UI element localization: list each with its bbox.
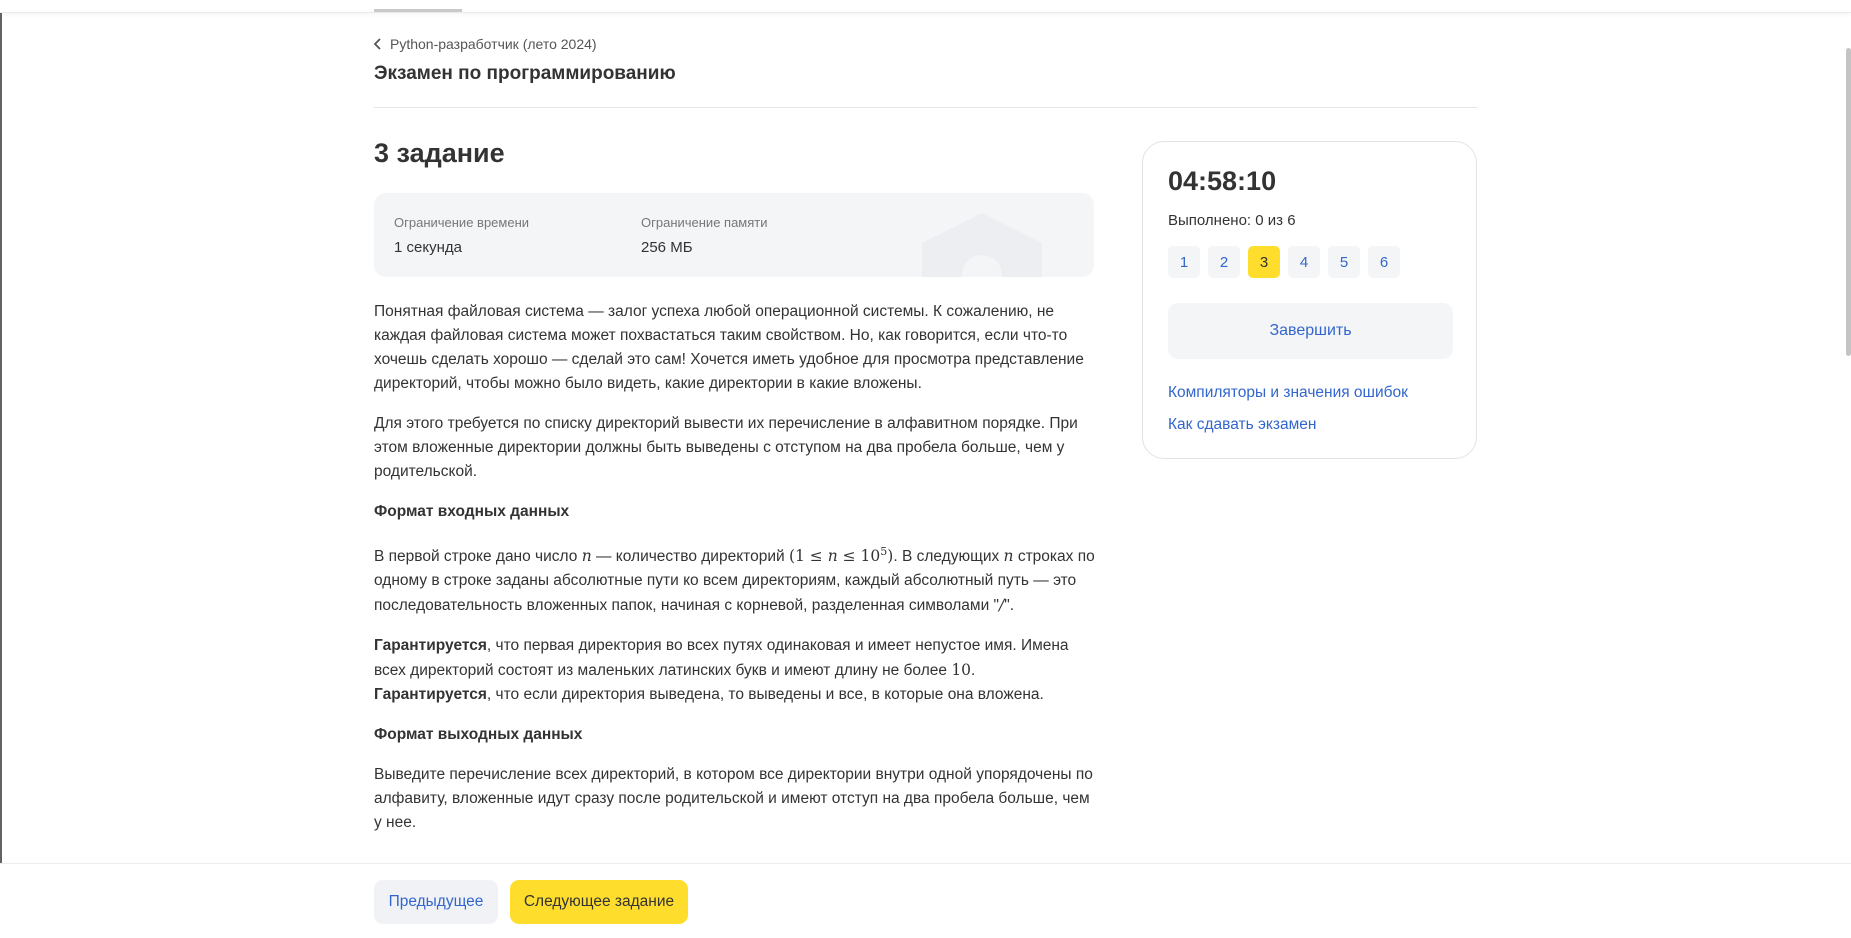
scrollbar-thumb[interactable] [1846,48,1851,356]
bottom-action-bar: Предыдущее Следующее задание [0,863,1851,938]
memory-limit-label: Ограничение памяти [641,215,768,230]
time-limit-value: 1 секунда [394,239,462,256]
task-button-6[interactable]: 6 [1368,246,1400,278]
math-range: (1 ≤ n ≤ 105) [788,545,894,566]
breadcrumb[interactable]: Python-разработчик (лето 2024) [373,36,597,52]
exam-timer: 04:58:10 [1168,166,1277,196]
time-limit-label: Ограничение времени [394,215,530,230]
memory-limit-value: 256 МБ [641,239,693,256]
math-n: n [1003,547,1014,566]
house-watermark-icon [922,213,1042,277]
math-n: n [581,547,592,566]
window-left-edge [0,0,2,937]
math-ten: 10 [951,661,972,680]
compilers-link[interactable]: Компиляторы и значения ошибок [1168,384,1408,402]
statement-paragraph: Понятная файловая система — залог успеха… [374,303,1084,392]
breadcrumb-label: Python-разработчик (лето 2024) [390,36,597,52]
task-button-3[interactable]: 3 [1248,246,1280,278]
task-button-1[interactable]: 1 [1168,246,1200,278]
limits-panel: Ограничение времени 1 секунда Ограничени… [374,193,1094,277]
time-limit: Ограничение времени 1 секунда [394,215,529,256]
output-format-heading: Формат выходных данных [374,726,583,744]
page-title: Экзамен по программированию [374,63,676,84]
task-navigation: 1 2 3 4 5 6 [1168,246,1400,278]
top-nav-bar [0,0,1851,13]
exam-sidebar: 04:58:10 Выполнено: 0 из 6 1 2 3 4 5 6 З… [1142,141,1477,459]
task-title: 3 задание [374,138,505,168]
memory-limit: Ограничение памяти 256 МБ [641,215,768,256]
statement-paragraph: Для этого требуется по списку директорий… [374,415,1078,480]
next-task-button[interactable]: Следующее задание [510,880,688,924]
how-to-pass-link[interactable]: Как сдавать экзамен [1168,416,1316,434]
previous-button[interactable]: Предыдущее [374,880,498,924]
header-divider [374,107,1478,108]
chevron-left-icon [373,38,381,50]
task-button-4[interactable]: 4 [1288,246,1320,278]
active-tab-indicator [374,9,462,12]
finish-exam-button[interactable]: Завершить [1168,303,1453,359]
input-format-heading: Формат входных данных [374,503,570,520]
task-button-5[interactable]: 5 [1328,246,1360,278]
guarantee-text: Гарантируется, что первая директория во … [374,637,1069,704]
task-statement: Понятная файловая система — залог успеха… [374,300,1096,851]
output-format-text: Выведите перечисление всех директорий, в… [374,766,1093,832]
progress-text: Выполнено: 0 из 6 [1168,212,1296,229]
input-format-text: В первой строке дано число n — количеств… [374,545,1095,615]
task-button-2[interactable]: 2 [1208,246,1240,278]
